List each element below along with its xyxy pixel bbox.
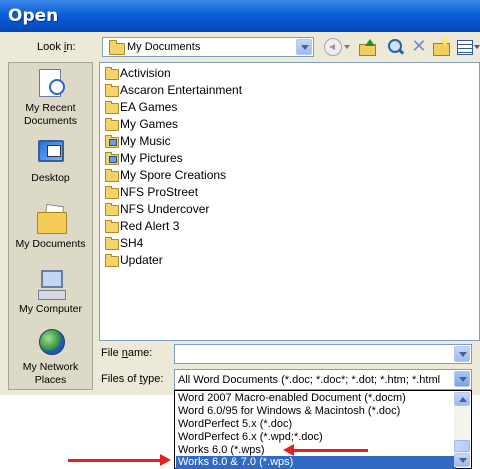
delete-icon[interactable]: ✕ (410, 38, 428, 56)
folder-icon (105, 169, 119, 182)
files-of-type-label: Files of type: (101, 373, 164, 385)
folder-icon (105, 84, 119, 97)
files-of-type-combo[interactable]: All Word Documents (*.doc; *.doc*; *.dot… (174, 369, 472, 390)
search-web-icon[interactable] (386, 38, 404, 56)
look-in-dropdown-button[interactable] (296, 39, 312, 55)
folder-icon (105, 237, 119, 250)
place-label: My Network Places (22, 361, 79, 386)
back-icon[interactable] (324, 38, 342, 56)
folder-icon (105, 118, 119, 131)
pictures-folder-icon (105, 152, 119, 165)
folder-icon (105, 220, 119, 233)
network-places-icon (35, 326, 67, 358)
file-name-field[interactable] (174, 344, 472, 364)
annotation-arrow-works-6-7 (68, 454, 171, 466)
open-dialog: Open Look in: My Documents ✕ My Recent D… (0, 0, 480, 395)
folder-icon (105, 203, 119, 216)
dropdown-option[interactable]: Word 6.0/95 for Windows & Macintosh (*.d… (176, 405, 456, 418)
views-icon[interactable] (456, 38, 474, 56)
file-list[interactable]: Activision Ascaron Entertainment EA Game… (99, 62, 480, 341)
place-my-network-places[interactable]: My Network Places (9, 326, 92, 387)
file-name-dropdown-button[interactable] (454, 346, 470, 362)
place-label: My Computer (18, 303, 82, 315)
file-name-label: File name: (101, 347, 153, 359)
look-in-value: My Documents (127, 41, 201, 53)
look-in-combo[interactable]: My Documents (102, 37, 314, 57)
files-of-type-value: All Word Documents (*.doc; *.doc*; *.dot… (178, 374, 441, 386)
annotation-arrow-works-6 (283, 444, 368, 456)
place-label: My Recent Documents (23, 102, 78, 127)
folder-icon (105, 101, 119, 114)
look-in-label: Look in: (37, 41, 76, 53)
my-documents-small-icon (109, 40, 125, 55)
place-label: My Documents (15, 238, 86, 250)
new-folder-icon[interactable] (432, 38, 450, 56)
music-folder-icon (105, 135, 119, 148)
scroll-up-arrow-icon[interactable] (454, 392, 470, 406)
places-bar: My Recent Documents Desktop My Documents… (8, 62, 93, 390)
folder-icon (105, 67, 119, 80)
my-computer-icon (35, 268, 67, 300)
back-history-chevron-icon[interactable] (344, 45, 350, 49)
my-documents-icon (35, 203, 67, 235)
place-my-recent-documents[interactable]: My Recent Documents (9, 67, 92, 128)
title-bar[interactable]: Open (0, 0, 480, 32)
dropdown-option[interactable]: WordPerfect 5.x (*.doc) (176, 418, 456, 431)
place-my-computer[interactable]: My Computer (9, 268, 92, 316)
folder-icon (105, 254, 119, 267)
dropdown-option[interactable]: Word 2007 Macro-enabled Document (*.docm… (176, 392, 456, 405)
scroll-thumb[interactable] (454, 440, 470, 452)
files-of-type-dropdown-button[interactable] (454, 371, 470, 387)
place-desktop[interactable]: Desktop (9, 137, 92, 185)
dropdown-scrollbar[interactable] (454, 392, 470, 467)
place-label: Desktop (31, 172, 70, 184)
window-title: Open (8, 6, 59, 26)
desktop-icon (35, 137, 67, 169)
dropdown-option[interactable]: WordPerfect 6.x (*.wpd;*.doc) (176, 431, 456, 444)
place-my-documents[interactable]: My Documents (9, 203, 92, 251)
up-folder-icon[interactable] (358, 38, 376, 56)
folder-icon (105, 186, 119, 199)
scroll-down-arrow-icon[interactable] (454, 453, 470, 467)
files-of-type-dropdown-list[interactable]: Word 2007 Macro-enabled Document (*.docm… (174, 390, 472, 469)
recent-documents-icon (35, 67, 67, 99)
dropdown-option-selected[interactable]: Works 6.0 & 7.0 (*.wps) (176, 456, 456, 469)
views-chevron-icon[interactable] (474, 45, 480, 49)
